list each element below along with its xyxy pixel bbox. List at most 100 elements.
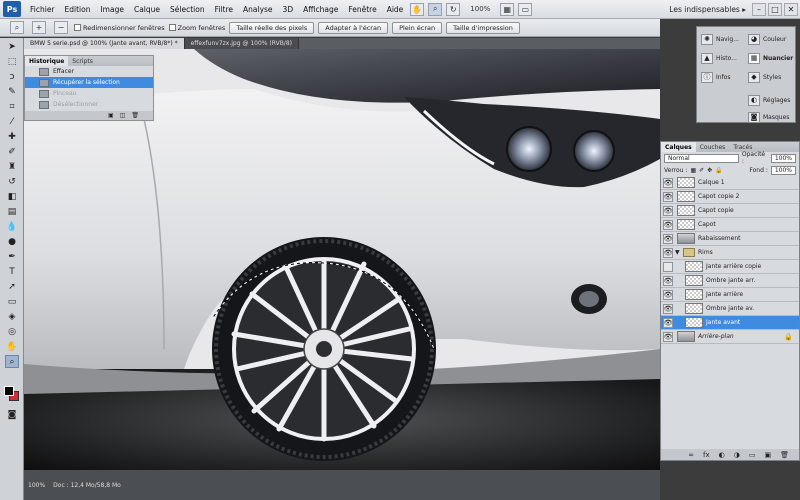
- tab-calques[interactable]: Calques: [661, 142, 696, 152]
- panel-button-styles[interactable]: ◆ Styles: [748, 70, 781, 84]
- gradient-tool-icon[interactable]: ▤: [5, 205, 19, 218]
- workspace-switcher[interactable]: Les indispensables ▸: [669, 5, 746, 14]
- history-state[interactable]: Désélectionner: [25, 99, 153, 110]
- quick-select-tool-icon[interactable]: ✎: [5, 85, 19, 98]
- layer-row[interactable]: 👁 ▼ Rims: [661, 246, 799, 260]
- menu-3d[interactable]: 3D: [278, 5, 299, 14]
- tab-couches[interactable]: Couches: [696, 142, 730, 152]
- panel-button-adjustments[interactable]: ◐ Réglages: [748, 93, 790, 107]
- layer-row[interactable]: 👁 Calque 1: [661, 176, 799, 190]
- zoom-all-checkbox[interactable]: Zoom fenêtres: [168, 24, 225, 32]
- blur-tool-icon[interactable]: 💧: [5, 220, 19, 233]
- zoom-in-icon[interactable]: +: [32, 21, 46, 34]
- add-mask-icon[interactable]: ◐: [719, 451, 725, 459]
- layer-row[interactable]: 👁 Jante arrière: [661, 288, 799, 302]
- lock-transparency-icon[interactable]: ▦: [690, 167, 696, 174]
- new-group-icon[interactable]: ▭: [749, 451, 756, 459]
- lock-pixels-icon[interactable]: ✐: [699, 167, 704, 174]
- opacity-field[interactable]: 100%: [770, 153, 796, 163]
- eraser-tool-icon[interactable]: ◧: [5, 190, 19, 203]
- 3d-camera-icon[interactable]: ◎: [5, 325, 19, 338]
- visibility-eye-icon[interactable]: 👁: [663, 205, 673, 216]
- fill-screen-button[interactable]: Plein écran: [392, 21, 443, 34]
- checkbox-box[interactable]: [168, 24, 176, 31]
- quick-mask-icon[interactable]: ◙: [5, 408, 19, 421]
- fit-screen-button[interactable]: Adapter à l'écran: [318, 21, 389, 34]
- visibility-eye-icon[interactable]: 👁: [663, 177, 673, 188]
- layer-row[interactable]: 👁 Jante arrière copie: [661, 260, 799, 274]
- actual-pixels-button[interactable]: Taille réelle des pixels: [229, 21, 315, 34]
- layer-row[interactable]: 👁 Capot: [661, 218, 799, 232]
- marquee-tool-icon[interactable]: ⬚: [5, 55, 19, 68]
- arrange-documents-icon[interactable]: ▦: [500, 2, 515, 16]
- layer-row[interactable]: 👁 Capot copie 2: [661, 190, 799, 204]
- visibility-eye-icon[interactable]: 👁: [663, 261, 673, 272]
- dodge-tool-icon[interactable]: ●: [5, 235, 19, 248]
- layer-row[interactable]: 👁 Ombre jante av.: [661, 302, 799, 316]
- panel-button-histogram[interactable]: ▲ Histo...: [701, 51, 737, 65]
- snapshot-icon[interactable]: ◫: [120, 112, 126, 119]
- visibility-eye-icon[interactable]: 👁: [663, 317, 673, 328]
- foreground-color-swatch[interactable]: [4, 386, 14, 396]
- layer-row[interactable]: 👁 Jante avant: [661, 316, 799, 330]
- visibility-eye-icon[interactable]: 👁: [663, 219, 673, 230]
- layer-row[interactable]: 👁 Rabaissement: [661, 232, 799, 246]
- history-state[interactable]: Récupérer la sélection: [25, 77, 153, 88]
- resize-windows-checkbox[interactable]: Redimensionner fenêtres: [74, 24, 165, 32]
- visibility-eye-icon[interactable]: 👁: [663, 275, 673, 286]
- hand-tool-icon[interactable]: ✋: [5, 340, 19, 353]
- move-tool-icon[interactable]: ➤: [5, 40, 19, 53]
- panel-button-swatches[interactable]: ▦ Nuancier: [748, 51, 793, 65]
- pen-tool-icon[interactable]: ✒: [5, 250, 19, 263]
- menu-filtre[interactable]: Filtre: [210, 5, 238, 14]
- zoom-out-icon[interactable]: −: [54, 21, 68, 34]
- new-layer-icon[interactable]: ▣: [764, 451, 771, 459]
- lock-all-icon[interactable]: 🔒: [715, 167, 722, 174]
- new-document-icon[interactable]: ▣: [108, 112, 114, 119]
- zoom-tool-icon[interactable]: ⌕: [428, 2, 443, 16]
- adjustment-layer-icon[interactable]: ◑: [734, 451, 740, 459]
- menu-selection[interactable]: Sélection: [165, 5, 210, 14]
- visibility-eye-icon[interactable]: 👁: [663, 247, 673, 258]
- tab-jpg-document[interactable]: effexfunv7zx.jpg @ 100% (RVB/8): [184, 38, 299, 49]
- path-select-icon[interactable]: ➚: [5, 280, 19, 293]
- menu-analyse[interactable]: Analyse: [238, 5, 278, 14]
- menu-fichier[interactable]: Fichier: [25, 5, 60, 14]
- tab-scripts[interactable]: Scripts: [68, 56, 97, 66]
- group-disclosure-icon[interactable]: ▼: [675, 249, 683, 256]
- status-zoom[interactable]: 100%: [28, 482, 45, 489]
- history-state[interactable]: Effacer: [25, 66, 153, 77]
- panel-button-masks[interactable]: ◙ Masques: [748, 110, 789, 124]
- layer-row[interactable]: 👁 Capot copie: [661, 204, 799, 218]
- lock-position-icon[interactable]: ✥: [707, 167, 712, 174]
- screen-mode-icon[interactable]: ▭: [518, 2, 533, 16]
- eyedropper-tool-icon[interactable]: ⁄: [5, 115, 19, 128]
- visibility-eye-icon[interactable]: 👁: [663, 233, 673, 244]
- fill-field[interactable]: 100%: [770, 165, 796, 175]
- layer-row[interactable]: 👁 Arrière-plan 🔒: [661, 330, 799, 344]
- history-state[interactable]: Pinceau: [25, 88, 153, 99]
- tab-bmw-document[interactable]: BMW 5 serie.psd @ 100% (Jante avant, RVB…: [24, 38, 185, 49]
- panel-button-navigator[interactable]: ✺ Navig...: [701, 32, 739, 46]
- menu-calque[interactable]: Calque: [129, 5, 165, 14]
- layer-row[interactable]: 👁 Ombre jante arr.: [661, 274, 799, 288]
- history-brush-icon[interactable]: ↺: [5, 175, 19, 188]
- panel-button-info[interactable]: ⓘ Infos: [701, 70, 730, 84]
- minimize-button[interactable]: –: [752, 2, 766, 16]
- stamp-tool-icon[interactable]: ♜: [5, 160, 19, 173]
- print-size-button[interactable]: Taille d'impression: [446, 21, 520, 34]
- menu-image[interactable]: Image: [95, 5, 129, 14]
- lasso-tool-icon[interactable]: ↄ: [5, 70, 19, 83]
- hand-tool-icon[interactable]: ✋: [410, 2, 425, 16]
- maximize-button[interactable]: □: [768, 2, 782, 16]
- menu-edition[interactable]: Edition: [60, 5, 96, 14]
- shape-tool-icon[interactable]: ▭: [5, 295, 19, 308]
- checkbox-box[interactable]: [74, 24, 81, 31]
- crop-tool-icon[interactable]: ⌗: [5, 100, 19, 113]
- tab-historique[interactable]: Historique: [25, 56, 69, 66]
- link-layers-icon[interactable]: ∞: [688, 451, 694, 459]
- visibility-eye-icon[interactable]: 👁: [663, 289, 673, 300]
- type-tool-icon[interactable]: T: [5, 265, 19, 278]
- trash-icon[interactable]: 🗑: [131, 112, 139, 119]
- 3d-rotate-icon[interactable]: ◈: [5, 310, 19, 323]
